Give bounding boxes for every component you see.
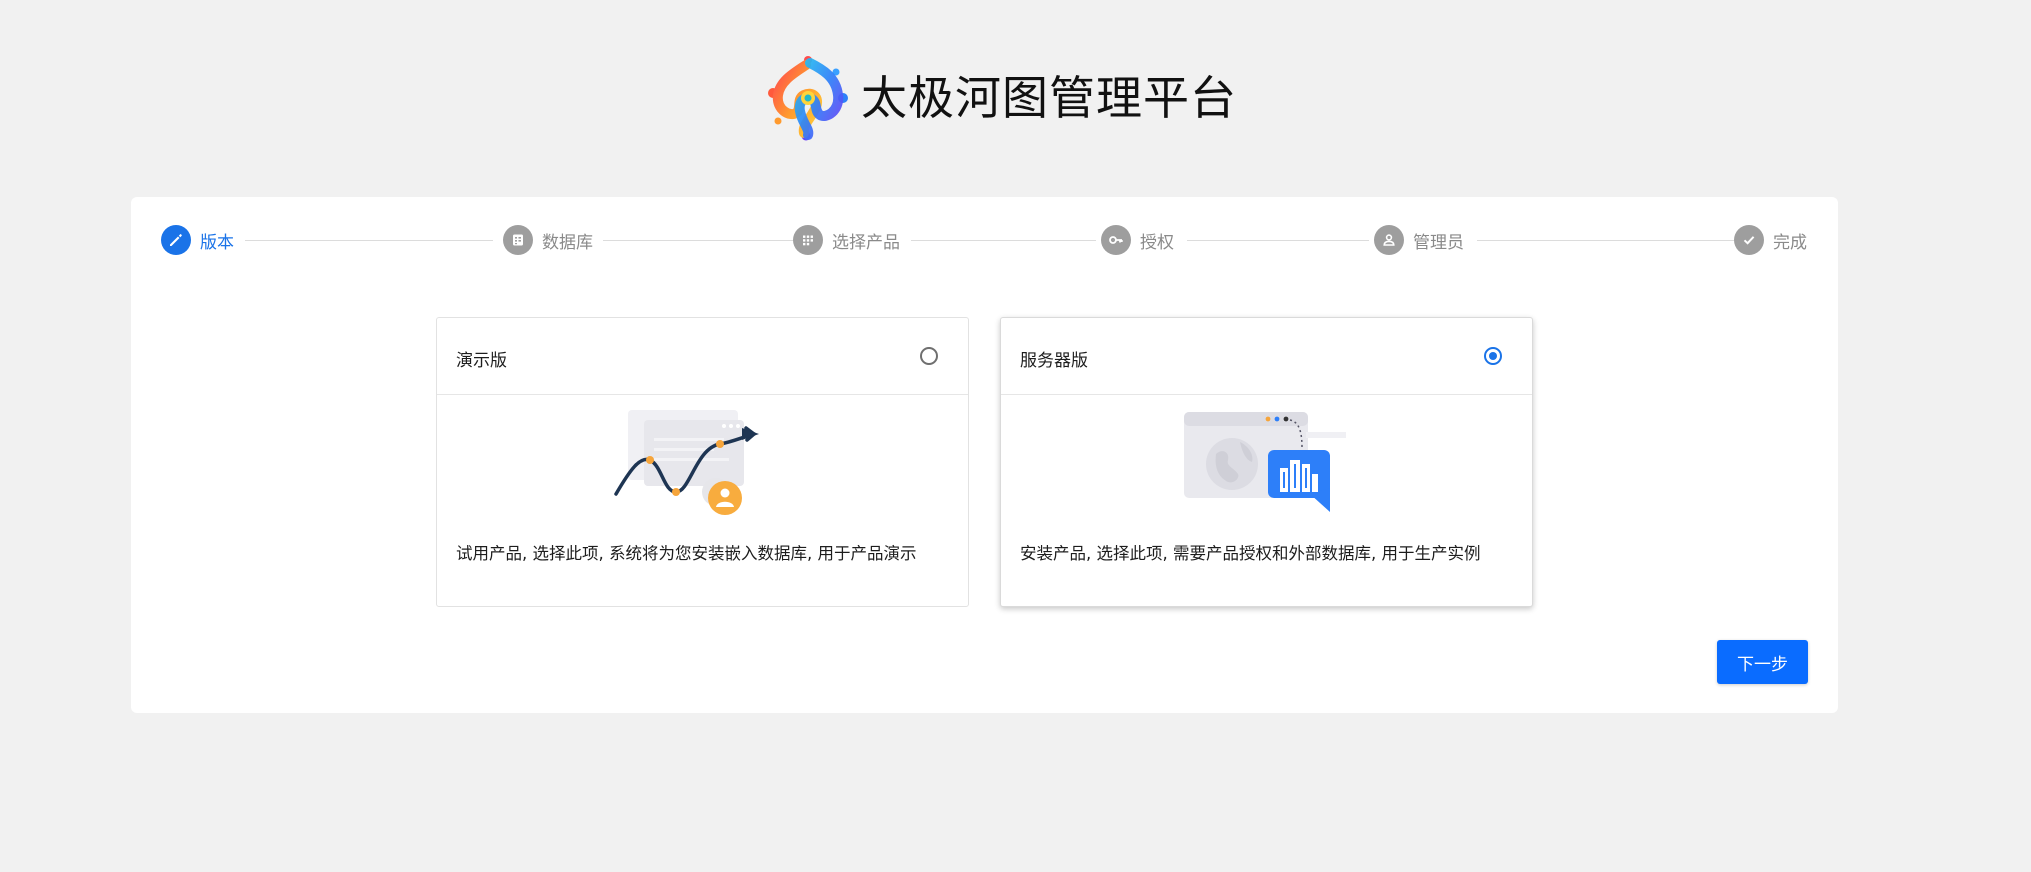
next-step-button[interactable]: 下一步 — [1717, 640, 1808, 684]
card-description: 安装产品, 选择此项, 需要产品授权和外部数据库, 用于生产实例 — [1020, 544, 1481, 563]
card-header: 服务器版 — [1001, 318, 1532, 395]
server-building-illustration — [1001, 408, 1532, 518]
pencil-icon — [161, 225, 191, 255]
check-icon — [1734, 225, 1764, 255]
step-version[interactable]: 版本 — [161, 225, 234, 255]
card-title: 演示版 — [456, 351, 507, 371]
step-label: 管理员 — [1413, 232, 1464, 253]
edition-card-server[interactable]: 服务器版 安装产品, 选择此项, 需要产品授权和外部数据库, 用于生产实例 — [1000, 317, 1533, 607]
brand-header: 太极河图管理平台 — [766, 54, 1237, 142]
app-title: 太极河图管理平台 — [861, 71, 1237, 125]
step-license[interactable]: 授权 — [1101, 225, 1174, 255]
step-admin[interactable]: 管理员 — [1374, 225, 1464, 255]
setup-stepper: 版本 数据库 选择产品 授权 管理员 完成 — [131, 197, 1838, 287]
key-icon — [1101, 225, 1131, 255]
step-label: 授权 — [1140, 232, 1174, 253]
trend-chart-illustration — [437, 408, 968, 518]
step-connector — [1477, 240, 1734, 241]
step-connector — [245, 240, 493, 241]
step-label: 版本 — [200, 232, 234, 253]
step-connector — [911, 240, 1096, 241]
setup-panel: 版本 数据库 选择产品 授权 管理员 完成 演示版 试用产品, 选择此项, 系统… — [131, 197, 1838, 713]
taiji-hetu-logo-icon — [768, 56, 848, 141]
radio-server[interactable] — [1484, 347, 1502, 365]
card-header: 演示版 — [437, 318, 968, 395]
person-icon — [1374, 225, 1404, 255]
step-label: 选择产品 — [832, 232, 900, 253]
step-select-product[interactable]: 选择产品 — [793, 225, 900, 255]
step-connector — [1187, 240, 1369, 241]
grid-icon — [793, 225, 823, 255]
card-title: 服务器版 — [1020, 351, 1088, 371]
edition-card-demo[interactable]: 演示版 试用产品, 选择此项, 系统将为您安装嵌入数据库, 用于产品演示 — [436, 317, 969, 607]
database-icon — [503, 225, 533, 255]
step-connector — [603, 240, 797, 241]
step-complete[interactable]: 完成 — [1734, 225, 1807, 255]
radio-demo[interactable] — [920, 347, 938, 365]
step-label: 完成 — [1773, 232, 1807, 253]
step-database[interactable]: 数据库 — [503, 225, 593, 255]
card-description: 试用产品, 选择此项, 系统将为您安装嵌入数据库, 用于产品演示 — [456, 544, 917, 563]
step-label: 数据库 — [542, 232, 593, 253]
